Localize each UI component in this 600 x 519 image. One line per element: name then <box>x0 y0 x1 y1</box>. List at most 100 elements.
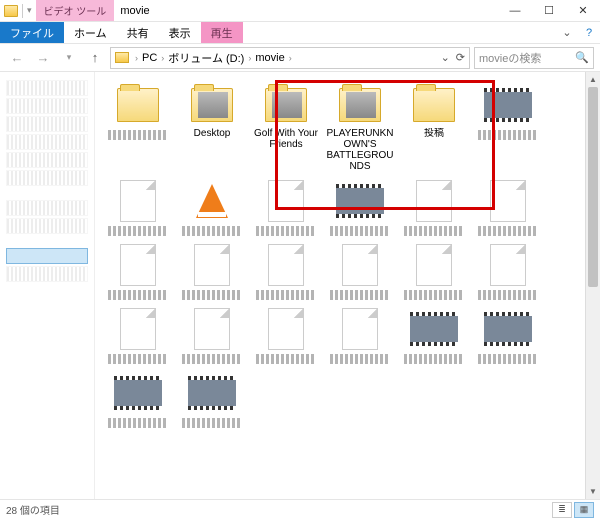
folder-icon <box>117 88 159 122</box>
nav-item[interactable] <box>6 134 88 150</box>
chevron-right-icon[interactable]: › <box>135 53 138 63</box>
file-icon <box>416 244 452 286</box>
vertical-scrollbar[interactable]: ▲ ▼ <box>585 72 600 499</box>
file-item[interactable] <box>471 242 545 302</box>
file-item[interactable] <box>397 242 471 302</box>
divider <box>22 4 23 18</box>
file-item[interactable] <box>101 370 175 430</box>
tab-playback[interactable]: 再生 <box>201 22 243 43</box>
close-button[interactable]: ✕ <box>566 0 600 21</box>
item-label <box>330 226 390 236</box>
file-item[interactable] <box>101 242 175 302</box>
breadcrumb[interactable]: PC <box>140 52 159 64</box>
nav-item[interactable] <box>6 152 88 168</box>
item-label <box>108 290 168 300</box>
file-icon <box>120 180 156 222</box>
file-item[interactable] <box>249 242 323 302</box>
quick-access-toolbar: ▾ <box>0 0 36 21</box>
file-item[interactable] <box>101 178 175 238</box>
file-item[interactable] <box>471 306 545 366</box>
up-button[interactable]: ↑ <box>84 47 106 69</box>
item-label <box>404 354 464 364</box>
scrollbar-thumb[interactable] <box>588 87 598 287</box>
navigation-pane[interactable] <box>0 72 95 499</box>
help-icon[interactable]: ? <box>578 27 600 39</box>
file-icon <box>490 244 526 286</box>
file-item[interactable] <box>471 82 545 174</box>
folder-icon <box>115 52 129 63</box>
nav-item[interactable] <box>6 266 88 282</box>
nav-item[interactable] <box>6 218 88 234</box>
file-item[interactable] <box>323 306 397 366</box>
file-icon <box>416 180 452 222</box>
chevron-right-icon[interactable]: › <box>161 53 164 63</box>
item-label <box>478 354 538 364</box>
search-icon[interactable]: 🔍 <box>575 51 589 64</box>
item-label <box>182 418 242 428</box>
file-item[interactable]: Golf With Your Friends <box>249 82 323 174</box>
nav-item[interactable] <box>6 170 88 186</box>
item-label: Desktop <box>194 128 231 139</box>
video-thumbnail-icon <box>484 88 532 122</box>
file-item[interactable] <box>471 178 545 238</box>
file-item[interactable] <box>175 178 249 238</box>
file-icon <box>194 244 230 286</box>
file-icon <box>490 180 526 222</box>
forward-button[interactable]: → <box>32 47 54 69</box>
view-icons-button[interactable]: ▦ <box>574 502 594 518</box>
file-item[interactable] <box>101 82 175 174</box>
nav-item[interactable] <box>6 116 88 132</box>
refresh-icon[interactable]: ⟳ <box>456 51 465 64</box>
nav-item[interactable] <box>6 98 88 114</box>
tab-view[interactable]: 表示 <box>159 22 201 43</box>
file-item[interactable]: Desktop <box>175 82 249 174</box>
file-item[interactable] <box>249 178 323 238</box>
folder-icon <box>413 88 455 122</box>
view-details-button[interactable]: ≣ <box>552 502 572 518</box>
breadcrumb[interactable]: ボリューム (D:) <box>166 50 246 66</box>
breadcrumb[interactable]: movie <box>253 52 286 64</box>
file-item[interactable]: 投稿 <box>397 82 471 174</box>
file-item[interactable] <box>175 306 249 366</box>
file-icon <box>268 180 304 222</box>
video-thumbnail-icon <box>336 184 384 218</box>
tab-home[interactable]: ホーム <box>64 22 117 43</box>
address-bar[interactable]: › PC › ボリューム (D:) › movie › ⌄ ⟳ <box>110 47 470 69</box>
file-item[interactable] <box>397 306 471 366</box>
search-input[interactable]: movieの検索 🔍 <box>474 47 594 69</box>
search-placeholder: movieの検索 <box>479 50 541 66</box>
vlc-cone-icon <box>196 184 228 218</box>
ribbon-expand-icon[interactable]: ⌄ <box>556 26 578 39</box>
back-button[interactable]: ← <box>6 47 28 69</box>
content-area[interactable]: Desktop Golf With Your FriendsPLAYERUNKNO… <box>95 72 600 499</box>
folder-icon <box>339 88 381 122</box>
nav-item-selected[interactable] <box>6 248 88 264</box>
folder-icon[interactable] <box>4 5 18 17</box>
file-item[interactable] <box>101 306 175 366</box>
chevron-right-icon[interactable]: › <box>248 53 251 63</box>
nav-item[interactable] <box>6 200 88 216</box>
minimize-button[interactable]: ― <box>498 0 532 21</box>
item-label <box>330 354 390 364</box>
maximize-button[interactable]: ☐ <box>532 0 566 21</box>
file-item[interactable] <box>323 242 397 302</box>
address-dropdown-icon[interactable]: ⌄ <box>441 51 450 64</box>
tab-share[interactable]: 共有 <box>117 22 159 43</box>
file-item[interactable] <box>175 242 249 302</box>
file-item[interactable] <box>175 370 249 430</box>
context-tab-video-tools: ビデオ ツール <box>36 0 115 21</box>
file-item[interactable] <box>323 178 397 238</box>
qat-dropdown-icon[interactable]: ▾ <box>27 5 32 16</box>
item-label <box>256 354 316 364</box>
history-dropdown-icon[interactable]: ▾ <box>58 47 80 69</box>
file-item[interactable] <box>397 178 471 238</box>
tab-file[interactable]: ファイル <box>0 22 64 43</box>
scroll-down-icon[interactable]: ▼ <box>586 484 600 499</box>
file-item[interactable]: PLAYERUNKNOWN'S BATTLEGROUNDS <box>323 82 397 174</box>
item-label <box>478 130 538 140</box>
chevron-right-icon[interactable]: › <box>289 53 292 63</box>
nav-item[interactable] <box>6 80 88 96</box>
file-item[interactable] <box>249 306 323 366</box>
item-label <box>108 226 168 236</box>
scroll-up-icon[interactable]: ▲ <box>586 72 600 87</box>
